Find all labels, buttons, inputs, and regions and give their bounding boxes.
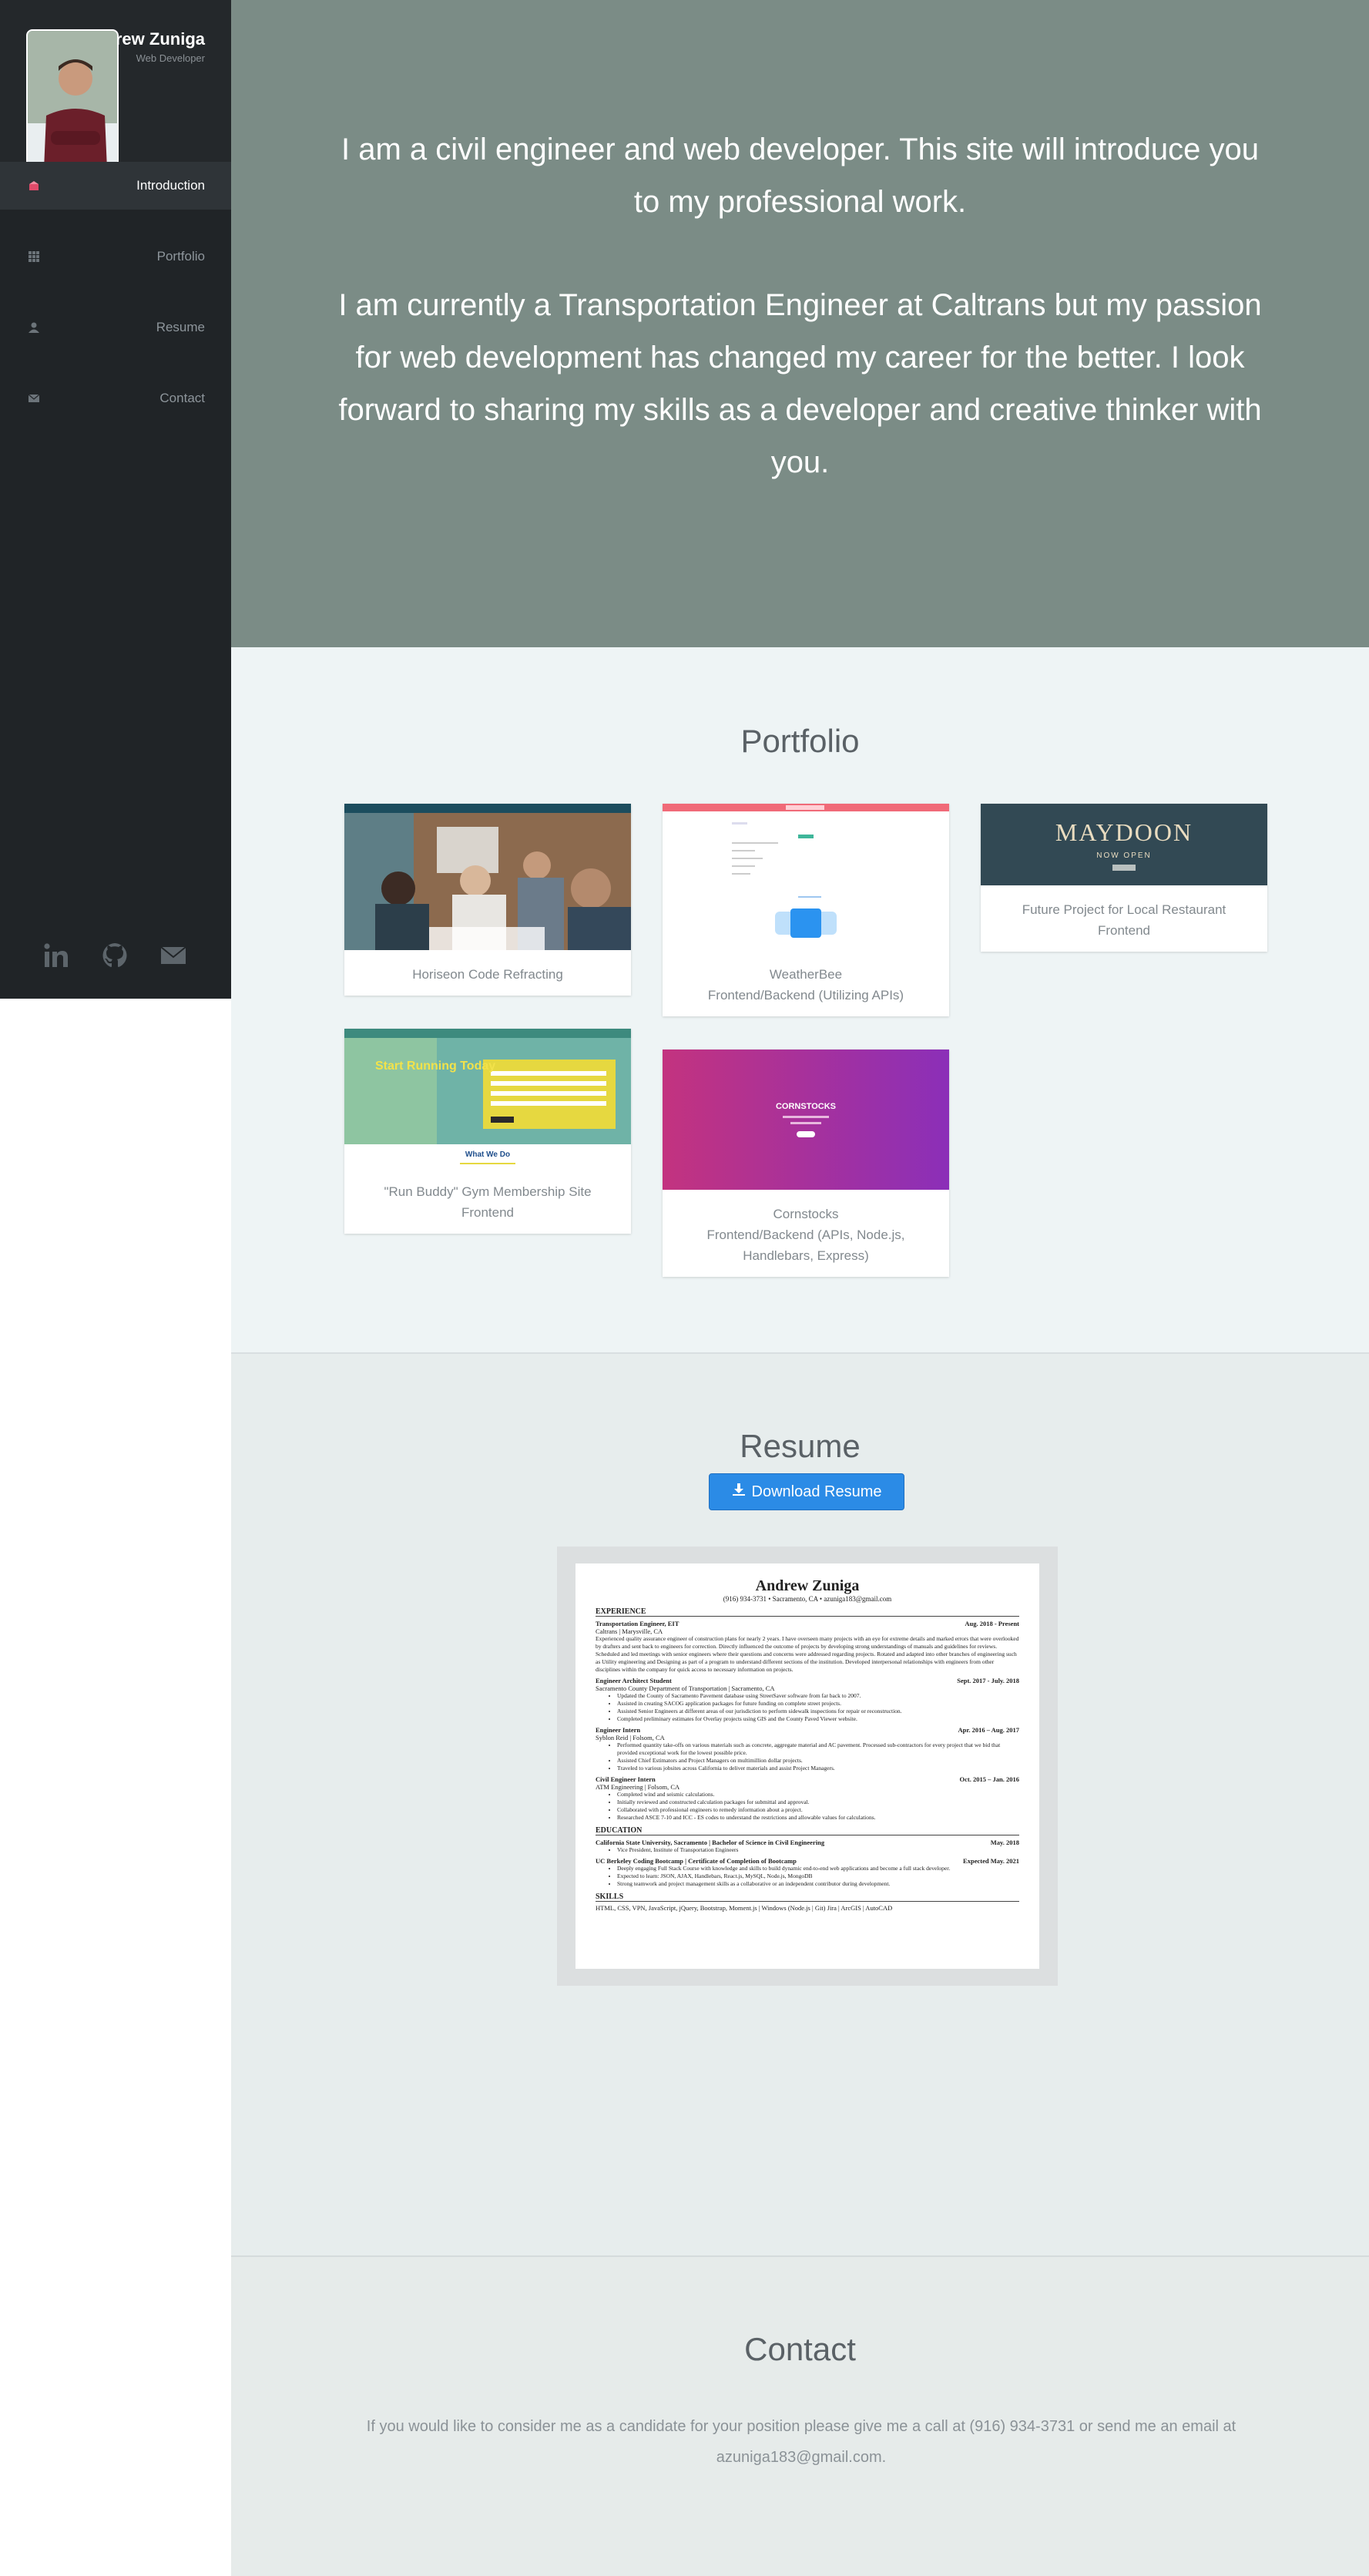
job-date: Apr. 2016 – Aug. 2017 xyxy=(958,1726,1019,1734)
edu-bullet: Vice President, Institute of Transportat… xyxy=(617,1846,1019,1854)
nav-portfolio[interactable]: Portfolio xyxy=(0,233,231,280)
project-thumbnail: CORNSTOCKS xyxy=(663,1050,949,1190)
job-description: Experienced quality assurance engineer o… xyxy=(596,1635,1019,1673)
resume-section: Resume Download Resume Andrew Zuniga (91… xyxy=(231,1352,1369,2255)
contact-title: Contact xyxy=(744,2331,856,2367)
project-name: "Run Buddy" Gym Membership Site xyxy=(384,1184,592,1199)
thumb-subtext: NOW OPEN xyxy=(1096,851,1152,860)
job-date: Aug. 2018 - Present xyxy=(965,1620,1019,1627)
project-stack: Frontend/Backend (Utilizing APIs) xyxy=(707,988,904,1003)
portfolio-title: Portfolio xyxy=(740,723,860,759)
thumb-text-line xyxy=(790,1122,821,1124)
job-bullet: Assisted in creating SACOG application p… xyxy=(617,1700,1019,1708)
project-name: Cornstocks xyxy=(773,1207,839,1221)
portfolio-section: Portfolio Horiseon Code Refracting Weath… xyxy=(231,647,1369,1352)
nav-label: Portfolio xyxy=(156,249,205,264)
introduction-section: I am a civil engineer and web developer.… xyxy=(231,0,1369,647)
job-title: Transportation Engineer, EIT xyxy=(596,1620,679,1627)
thumb-button xyxy=(1112,865,1136,871)
job-org: Syblon Reid | Folsom, CA xyxy=(596,1734,665,1741)
edu-bullet: Deeply engaging Full Stack Course with k… xyxy=(617,1865,1019,1872)
intro-paragraph-2: I am currently a Transportation Engineer… xyxy=(338,288,1262,479)
job-title: Engineer Intern xyxy=(596,1726,641,1734)
job-bullet: Completed wind and seismic calculations. xyxy=(617,1791,1019,1798)
brand-subtitle: Web Developer xyxy=(136,52,205,64)
nav-introduction[interactable]: Introduction xyxy=(0,162,231,210)
nav-label: Resume xyxy=(156,320,205,334)
resume-name: Andrew Zuniga xyxy=(755,1577,860,1594)
project-stack: Frontend/Backend (APIs, Node.js, Handleb… xyxy=(706,1228,905,1263)
envelope-icon[interactable] xyxy=(158,940,189,971)
resume-contact: (916) 934-3731 • Sacramento, CA • azunig… xyxy=(723,1595,892,1603)
project-name: WeatherBee xyxy=(769,967,843,982)
project-name: Horiseon Code Refracting xyxy=(412,967,563,982)
job-bullet: Assisted Chief Estimators and Project Ma… xyxy=(617,1757,1019,1765)
job-org: ATM Engineering | Folsom, CA xyxy=(596,1783,680,1791)
job-bullet: Initially reviewed and constructed calcu… xyxy=(617,1798,1019,1806)
thumb-button xyxy=(797,1131,815,1137)
contact-text: If you would like to consider me as a ca… xyxy=(366,2418,1236,2466)
edu-bullet: Strong teamwork and project management s… xyxy=(617,1880,1019,1888)
portfolio-card-run-buddy[interactable]: Start Running Today What We Do "Run Budd… xyxy=(344,1029,631,1234)
resume-document: Andrew Zuniga (916) 934-3731 • Sacrament… xyxy=(575,1563,1039,1969)
sidebar: Andrew Zuniga Web Developer Introduction… xyxy=(0,0,231,999)
job-title: Engineer Architect Student xyxy=(596,1677,672,1684)
linkedin-icon[interactable] xyxy=(41,940,72,971)
edu-date: May. 2018 xyxy=(990,1839,1019,1846)
edu-title: UC Berkeley Coding Bootcamp | Certificat… xyxy=(596,1857,797,1865)
project-stack: Frontend xyxy=(461,1205,515,1220)
thumb-headline: Start Running Today xyxy=(375,1060,496,1073)
job-bullet: Researched ASCE 7-10 and ICC - ES codes … xyxy=(617,1814,1019,1822)
project-name: Future Project for Local Restaurant xyxy=(1022,902,1226,917)
resume-skills: HTML, CSS, VPN, JavaScript, jQuery, Boot… xyxy=(596,1904,893,1912)
thumb-title: CORNSTOCKS xyxy=(775,1102,837,1111)
resume-heading: EXPERIENCE xyxy=(596,1607,1019,1617)
download-resume-button[interactable]: Download Resume xyxy=(709,1473,904,1510)
resume-title: Resume xyxy=(740,1428,861,1464)
flag-icon xyxy=(26,178,42,193)
nav-resume[interactable]: Resume xyxy=(0,304,231,351)
resume-preview: Andrew Zuniga (916) 934-3731 • Sacrament… xyxy=(557,1547,1058,1986)
portfolio-card-restaurant[interactable]: MAYDOON NOW OPEN Future Project for Loca… xyxy=(981,804,1267,952)
project-thumbnail xyxy=(663,804,949,950)
intro-paragraph-1: I am a civil engineer and web developer.… xyxy=(341,133,1259,219)
download-icon xyxy=(732,1483,746,1501)
job-bullet: Collaborated with professional engineers… xyxy=(617,1806,1019,1814)
job-title: Civil Engineer Intern xyxy=(596,1775,656,1783)
portfolio-card-weatherbee[interactable]: WeatherBee Frontend/Backend (Utilizing A… xyxy=(663,804,949,1016)
edu-bullet: Expected to learn: JSON, AJAX, Handlebar… xyxy=(617,1872,1019,1880)
job-bullet: Completed preliminary estimates for Over… xyxy=(617,1715,1019,1723)
nav-label: Introduction xyxy=(136,178,205,193)
grid-icon xyxy=(26,249,42,264)
project-stack: Frontend xyxy=(1097,923,1151,938)
nav-contact[interactable]: Contact xyxy=(0,374,231,422)
project-thumbnail: Start Running Today What We Do xyxy=(344,1029,631,1167)
resume-heading: SKILLS xyxy=(596,1893,1019,1902)
edu-title: California State University, Sacramento … xyxy=(596,1839,825,1846)
button-label: Download Resume xyxy=(751,1483,882,1500)
envelope-icon xyxy=(26,391,42,406)
user-icon xyxy=(26,320,42,335)
job-org: Caltrans | Marysville, CA xyxy=(596,1627,663,1635)
github-icon[interactable] xyxy=(99,940,130,971)
nav-label: Contact xyxy=(159,391,205,405)
contact-section: Contact If you would like to consider me… xyxy=(231,2255,1369,2576)
thumb-text-line xyxy=(783,1116,829,1118)
job-bullet: Performed quantity take-offs on various … xyxy=(617,1741,1019,1757)
job-bullet: Traveled to various jobsites across Cali… xyxy=(617,1765,1019,1772)
portfolio-card-cornstocks[interactable]: CORNSTOCKS Cornstocks Frontend/Backend (… xyxy=(663,1050,949,1277)
job-bullet: Assisted Senior Engineers at different a… xyxy=(617,1708,1019,1715)
thumb-logo-text: MAYDOON xyxy=(1055,818,1193,846)
portfolio-card-horiseon[interactable]: Horiseon Code Refracting xyxy=(344,804,631,996)
job-date: Sept. 2017 - July. 2018 xyxy=(957,1677,1019,1684)
job-bullet: Updated the County of Sacramento Pavemen… xyxy=(617,1692,1019,1700)
resume-heading: EDUCATION xyxy=(596,1826,1019,1835)
project-thumbnail: MAYDOON NOW OPEN xyxy=(981,804,1267,885)
job-date: Oct. 2015 – Jan. 2016 xyxy=(959,1775,1019,1783)
edu-date: Expected May. 2021 xyxy=(963,1857,1019,1865)
project-thumbnail xyxy=(344,804,631,950)
job-org: Sacramento County Department of Transpor… xyxy=(596,1684,775,1692)
thumb-subheading: What We Do xyxy=(465,1150,511,1159)
